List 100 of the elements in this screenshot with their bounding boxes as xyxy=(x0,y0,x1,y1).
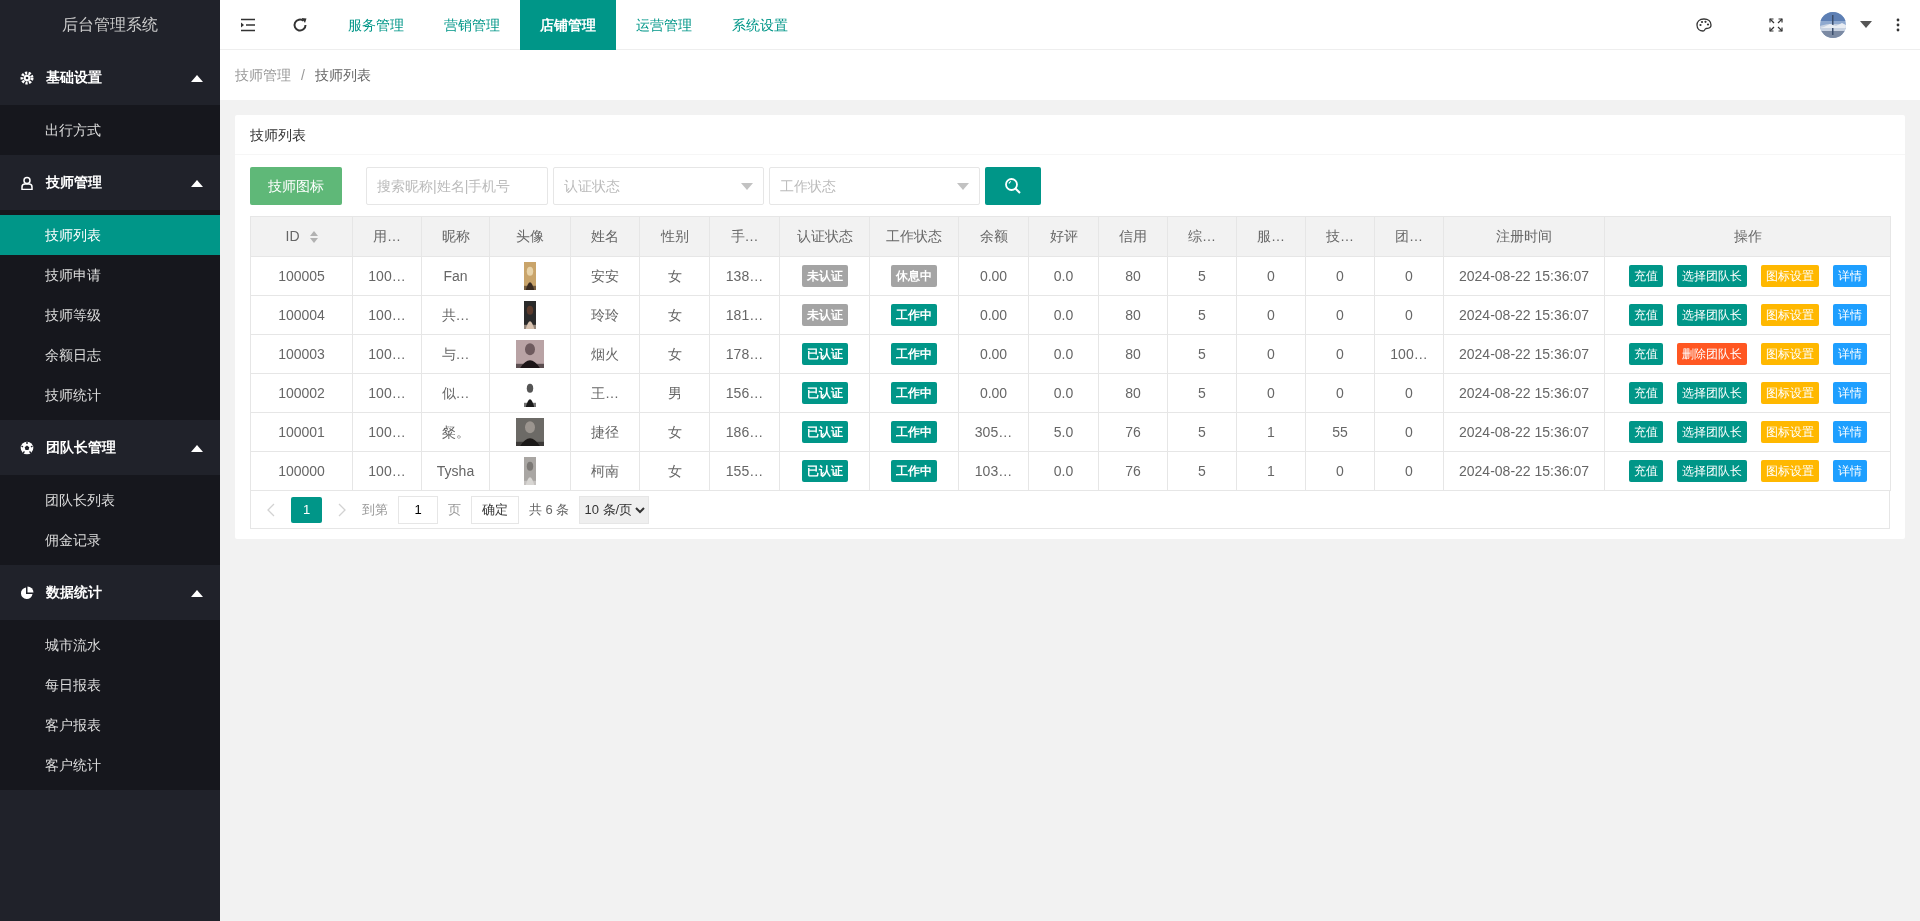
table-cell: 2024-08-22 15:36:07 xyxy=(1443,373,1605,413)
table-cell: 100… xyxy=(352,373,422,413)
column-header: 头像 xyxy=(489,216,571,257)
menu-fold-icon[interactable] xyxy=(240,16,256,33)
table-cell: 捷径 xyxy=(570,412,640,452)
action-button[interactable]: 充值 xyxy=(1628,382,1663,404)
table-cell: 0 xyxy=(1236,256,1306,296)
sidebar-item[interactable]: 技师列表 xyxy=(0,215,220,255)
action-button[interactable]: 充值 xyxy=(1628,421,1663,443)
action-button[interactable]: 选择团队长 xyxy=(1676,421,1747,443)
confirm-button[interactable]: 确定 xyxy=(471,495,519,524)
page-unit-label: 页 xyxy=(448,500,461,519)
column-header: 信用 xyxy=(1098,216,1168,257)
table-cell: 156… xyxy=(709,373,780,413)
table-cell: 女 xyxy=(639,451,710,491)
action-button[interactable]: 删除团队长 xyxy=(1676,343,1747,365)
status-badge: 工作中 xyxy=(891,421,937,443)
table-cell: 似… xyxy=(421,373,490,413)
filter-select[interactable]: 工作状态 xyxy=(769,167,980,205)
table-cell: 烟火 xyxy=(570,334,640,374)
icon-button[interactable]: 技师图标 xyxy=(250,167,342,205)
table-cell: 76 xyxy=(1098,412,1168,452)
sidebar-item[interactable]: 客户报表 xyxy=(0,705,220,745)
action-button[interactable]: 详情 xyxy=(1832,460,1867,482)
table-cell: 0 xyxy=(1305,451,1375,491)
sidebar-item[interactable]: 佣金记录 xyxy=(0,520,220,560)
sidebar-item[interactable]: 客户统计 xyxy=(0,745,220,785)
breadcrumb-link[interactable]: 技师管理 xyxy=(235,64,291,86)
table-cell: 2024-08-22 15:36:07 xyxy=(1443,295,1605,335)
action-button[interactable]: 充值 xyxy=(1628,343,1663,365)
table-cell: 5 xyxy=(1167,334,1237,374)
table-cell: 0.0 xyxy=(1028,295,1099,335)
nav-tab[interactable]: 运营管理 xyxy=(616,0,712,50)
app-title: 后台管理系统 xyxy=(61,15,159,35)
column-header: 服… xyxy=(1236,216,1306,257)
table-cell: 80 xyxy=(1098,256,1168,296)
column-header: 操作 xyxy=(1604,216,1891,257)
palette-icon[interactable] xyxy=(1696,17,1712,32)
table-cell: 5.0 xyxy=(1028,412,1099,452)
action-button[interactable]: 充值 xyxy=(1628,460,1663,482)
select-placeholder: 工作状态 xyxy=(780,176,836,196)
sidebar-item[interactable]: 城市流水 xyxy=(0,625,220,665)
column-header: ID xyxy=(285,228,300,244)
sidebar-item[interactable]: 技师统计 xyxy=(0,375,220,415)
search-field[interactable]: 搜索昵称|姓名|手机号 xyxy=(366,167,548,205)
table-cell: 共… xyxy=(421,295,490,335)
status-badge: 工作中 xyxy=(891,304,937,326)
action-button[interactable]: 详情 xyxy=(1832,304,1867,326)
sidebar-item[interactable]: 每日报表 xyxy=(0,665,220,705)
action-button[interactable]: 选择团队长 xyxy=(1676,382,1747,404)
caret-down-icon[interactable] xyxy=(1860,21,1872,28)
sidebar-item[interactable]: 技师申请 xyxy=(0,255,220,295)
table-cell: 0.0 xyxy=(1028,334,1099,374)
refresh-icon[interactable] xyxy=(292,16,308,33)
sidebar-item[interactable]: 团队长列表 xyxy=(0,480,220,520)
table-cell: 女 xyxy=(639,295,710,335)
nav-tab[interactable]: 系统设置 xyxy=(712,0,808,50)
table-cell: 0.0 xyxy=(1028,373,1099,413)
column-header: 昵称 xyxy=(421,216,490,257)
table-cell: 103… xyxy=(958,451,1029,491)
sidebar-item[interactable]: 余额日志 xyxy=(0,335,220,375)
action-button[interactable]: 详情 xyxy=(1832,265,1867,287)
action-button[interactable]: 选择团队长 xyxy=(1676,265,1747,287)
nav-tab[interactable]: 服务管理 xyxy=(328,0,424,50)
table-cell: 100… xyxy=(352,451,422,491)
page-button[interactable]: 1 xyxy=(291,496,322,523)
table-cell: 0.0 xyxy=(1028,256,1099,296)
more-icon[interactable] xyxy=(1896,17,1900,32)
action-button[interactable]: 详情 xyxy=(1832,343,1867,365)
action-button[interactable]: 充值 xyxy=(1628,304,1663,326)
column-header: 技… xyxy=(1305,216,1375,257)
goto-label: 到第 xyxy=(362,500,388,519)
table-cell: 2024-08-22 15:36:07 xyxy=(1443,412,1605,452)
column-header: 工作状态 xyxy=(869,216,959,257)
table-cell: 与… xyxy=(421,334,490,374)
search-button[interactable] xyxy=(985,167,1041,205)
fullscreen-icon[interactable] xyxy=(1769,17,1783,32)
action-button[interactable]: 详情 xyxy=(1832,421,1867,443)
sidebar-item[interactable]: 技师等级 xyxy=(0,295,220,335)
nav-tab[interactable]: 营销管理 xyxy=(424,0,520,50)
table-cell: 2024-08-22 15:36:07 xyxy=(1443,451,1605,491)
filter-select[interactable]: 认证状态 xyxy=(553,167,764,205)
nav-tab[interactable]: 店铺管理 xyxy=(520,0,616,50)
page-input[interactable]: 1 xyxy=(398,495,438,524)
page-size-select[interactable]: 10 条/页 xyxy=(579,495,650,524)
table-cell: 0.00 xyxy=(958,256,1029,296)
table-cell: 0 xyxy=(1236,295,1306,335)
action-button[interactable]: 详情 xyxy=(1832,382,1867,404)
table-cell: 0.00 xyxy=(958,295,1029,335)
table-cell: 100004 xyxy=(250,295,353,335)
action-button[interactable]: 充值 xyxy=(1628,265,1663,287)
action-button[interactable]: 选择团队长 xyxy=(1676,304,1747,326)
table-cell: 0 xyxy=(1236,334,1306,374)
status-badge: 工作中 xyxy=(891,343,937,365)
card-title: 技师列表 xyxy=(235,115,1905,155)
table-cell: 55 xyxy=(1305,412,1375,452)
status-badge: 工作中 xyxy=(891,460,937,482)
action-button[interactable]: 选择团队长 xyxy=(1676,460,1747,482)
table-cell: 100… xyxy=(352,334,422,374)
table-cell: 玲玲 xyxy=(570,295,640,335)
